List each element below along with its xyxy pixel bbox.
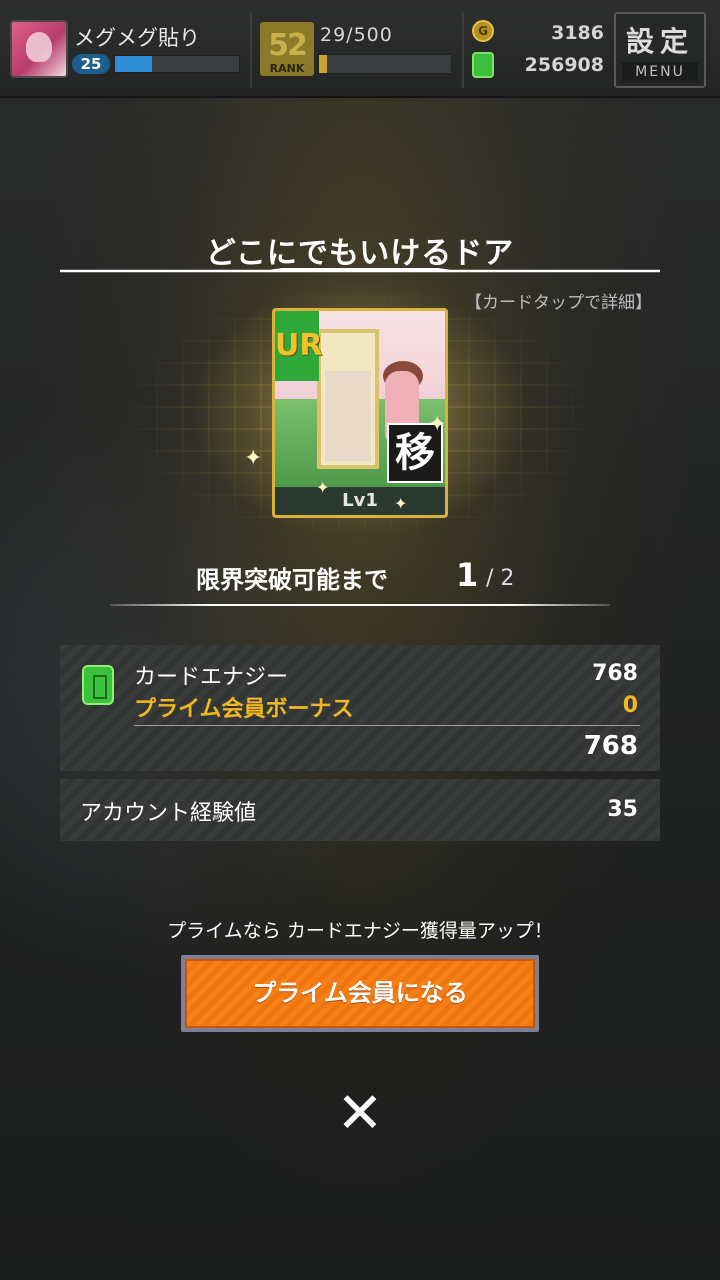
prime-promo-text: プライムなら カードエナジー獲得量アップ！ (167, 920, 553, 942)
rank-icon: 52 RANK (260, 22, 314, 76)
coins-value: 3186 (551, 22, 604, 44)
stamina-text: 29/500 (320, 24, 393, 46)
close-icon[interactable]: ✕ (330, 1084, 390, 1144)
menu-label: MENU (622, 62, 698, 82)
card-energy-label: カードエナジー (134, 665, 289, 690)
account-exp-label: アカウント経験値 (80, 801, 257, 826)
card-energy-panel: カードエナジー 768 プライム会員ボーナス 0 768 (60, 645, 660, 771)
limit-break-current: 1 (456, 556, 479, 594)
prime-bonus-value: 0 (622, 693, 638, 718)
divider (250, 12, 252, 88)
limit-break-underline (110, 604, 610, 606)
dialog-title: どこにでもいけるドア (205, 236, 515, 271)
exp-progress-bar (114, 55, 240, 73)
settings-menu-button[interactable]: 設定 MENU (614, 12, 706, 88)
rarity-badge: UR (275, 311, 322, 381)
status-bar: メグメグ貼り 25 52 RANK 29/500 G 3186 256908 設… (0, 0, 720, 98)
stamina-progress-bar (318, 54, 452, 74)
menu-kanji: 設定 (625, 25, 694, 58)
become-prime-button[interactable]: プライム会員になる (181, 955, 539, 1032)
limit-break-total: / 2 (486, 566, 515, 591)
card-energy-value: 256908 (524, 54, 604, 76)
stamina-progress-fill (319, 55, 327, 73)
reward-card[interactable]: UR 移 Lv1 (272, 308, 448, 518)
panel-divider (134, 725, 640, 726)
prime-bonus-label: プライム会員ボーナス (134, 697, 354, 722)
door-room-illustration (325, 371, 371, 461)
rank-number: 52 (268, 28, 308, 63)
player-name: メグメグ貼り (74, 26, 200, 50)
card-energy-reward: 768 (592, 661, 638, 686)
sparkle-icon: ✦ (394, 494, 408, 513)
avatar[interactable] (10, 20, 68, 78)
divider (462, 12, 464, 88)
coin-icon: G (472, 20, 494, 42)
rank-label: RANK (269, 62, 305, 75)
card-energy-total: 768 (583, 731, 638, 761)
account-exp-value: 35 (607, 797, 638, 822)
account-exp-panel: アカウント経験値 35 (60, 779, 660, 841)
limit-break-label: 限界突破可能まで (196, 566, 388, 594)
sparkle-icon: ✦ (316, 478, 330, 497)
player-level-badge: 25 (72, 54, 110, 74)
card-level: Lv1 (275, 487, 445, 515)
exp-progress-fill (115, 56, 153, 72)
sparkle-icon: ✦ (244, 446, 263, 471)
energy-can-icon (82, 665, 114, 705)
become-prime-button-label: プライム会員になる (185, 959, 535, 1028)
sparkle-icon: ✦ (428, 412, 447, 437)
energy-can-icon (472, 52, 494, 78)
